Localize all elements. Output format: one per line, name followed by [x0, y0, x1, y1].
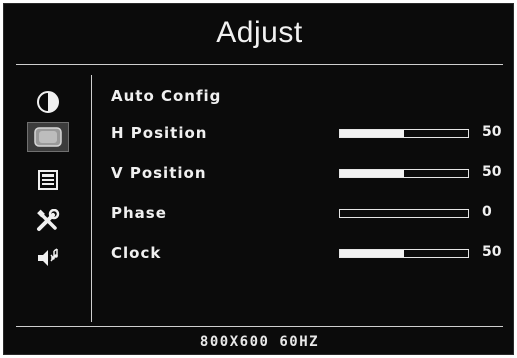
contrast-icon[interactable]	[28, 88, 68, 116]
h-position-value: 50	[482, 124, 502, 140]
speaker-icon[interactable]	[28, 244, 68, 272]
monitor-icon[interactable]	[27, 122, 69, 152]
clock-value: 50	[482, 244, 502, 260]
sidebar-divider	[91, 75, 92, 322]
phase-slider[interactable]	[339, 209, 469, 218]
h-position-slider[interactable]	[339, 129, 469, 138]
v-position-value: 50	[482, 164, 502, 180]
phase-value: 0	[482, 204, 492, 220]
osd-menu-icon[interactable]	[28, 166, 68, 194]
menu-item-phase[interactable]: Phase	[111, 204, 167, 222]
footer-divider	[16, 326, 503, 327]
tools-icon[interactable]	[28, 207, 68, 235]
menu-item-auto-config[interactable]: Auto Config	[111, 87, 221, 105]
menu-item-h-position[interactable]: H Position	[111, 124, 207, 142]
resolution-status: 800X600 60HZ	[199, 334, 320, 350]
title-divider	[16, 64, 503, 65]
osd-panel: Adjust Auto Config H Position 50 V Posit…	[3, 3, 514, 355]
menu-item-v-position[interactable]: V Position	[111, 164, 207, 182]
v-position-slider[interactable]	[339, 169, 469, 178]
v-position-fill	[340, 170, 404, 177]
h-position-fill	[340, 130, 404, 137]
menu-item-clock[interactable]: Clock	[111, 244, 161, 262]
clock-fill	[340, 250, 404, 257]
menu-title: Adjust	[216, 16, 303, 49]
clock-slider[interactable]	[339, 249, 469, 258]
